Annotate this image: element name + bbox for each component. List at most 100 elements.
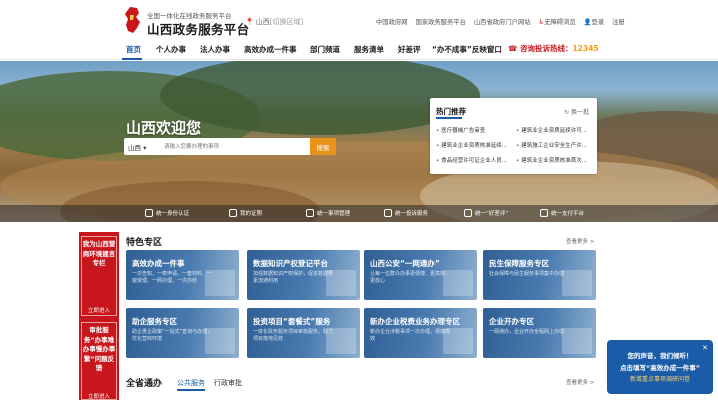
- hotline-label: 咨询投诉热线：: [519, 44, 573, 53]
- hot-recommend-title: 热门推荐: [436, 107, 466, 116]
- hot-item[interactable]: 医疗器械广告审查: [436, 126, 514, 134]
- hot-item[interactable]: 建筑业企业资质核准延续...: [436, 141, 514, 149]
- welcome-heading: 山西欢迎您: [126, 119, 202, 137]
- nav-personal[interactable]: 个人办事: [156, 44, 186, 55]
- card-data-ip[interactable]: 数据知识产权登记平台 加强数据知识产权保护，促进数据要素流通利用: [247, 250, 360, 300]
- refresh-label: 换一批: [570, 109, 589, 116]
- refresh-button[interactable]: ↻ 换一批: [564, 107, 589, 116]
- link-gov-cn[interactable]: 中国政府网: [376, 17, 407, 26]
- card-illustration: [205, 328, 235, 354]
- special-section-title: 特色专区: [126, 238, 163, 248]
- quick-label: 统一身份认证: [156, 211, 190, 217]
- hotline: ☎ 咨询投诉热线：12345: [508, 43, 599, 54]
- region-selector[interactable]: 📍 山西[切换区域]: [245, 17, 303, 27]
- register-link[interactable]: 注册: [612, 17, 625, 26]
- card-title: 高效办成一件事: [132, 259, 185, 268]
- card-police-online[interactable]: 山西公安“一网通办” 让每一位群众办事更便捷、更高效、更放心: [364, 250, 477, 300]
- nav-corporate[interactable]: 法人办事: [200, 44, 230, 55]
- nav-efficient-one-thing[interactable]: 高效办成一件事: [244, 44, 297, 55]
- tab-admin-approval[interactable]: 行政审批: [214, 378, 242, 388]
- province-wide-title: 全省通办: [126, 379, 163, 389]
- card-title: 投资项目“套餐式”服务: [253, 317, 331, 326]
- region-switch-link[interactable]: [切换区域]: [270, 18, 303, 26]
- hot-title-underline: [436, 117, 462, 119]
- user-icon: 👤: [583, 19, 592, 26]
- logo-title[interactable]: 山西政务服务平台: [147, 19, 249, 38]
- card-illustration: [205, 270, 235, 296]
- promo-business-env-more[interactable]: 立即进入: [81, 306, 117, 314]
- quick-label: 统一投诉服务: [395, 211, 429, 217]
- nav-feedback-window[interactable]: “办不成事”反映窗口: [432, 44, 502, 55]
- hot-item[interactable]: 建筑业企业资质延续许可...: [516, 126, 594, 134]
- card-desc: 让每一位群众办事更便捷、更高效、更放心: [370, 271, 451, 284]
- card-desc: 一体化政务服务项目审批服务，助力项目落地见效: [253, 329, 334, 342]
- card-title: 民生保障服务专区: [489, 259, 549, 268]
- license-icon: [229, 209, 237, 217]
- card-new-enterprise-tax[interactable]: 新办企业税费业务办理专区 新办企业涉税事项一次办理，便捷高效: [364, 308, 477, 358]
- card-title: 企业开办专区: [489, 317, 534, 326]
- tab-public-service[interactable]: 公共服务: [177, 378, 205, 388]
- hot-item[interactable]: 食品经营许可证企业人员...: [436, 156, 514, 164]
- feedback-float-banner[interactable]: ✕ 您的声音，我们倾听！ 点击填写“高效办成一件事” 新增重点事项调研问卷: [607, 340, 713, 394]
- quick-identity-auth[interactable]: 统一身份认证: [145, 209, 189, 217]
- card-title: 新办企业税费业务办理专区: [370, 317, 460, 326]
- card-efficient-one-thing[interactable]: 高效办成一件事 一次告知、一表申请、一套材料、一窗受理、一网办理、一次办结: [126, 250, 239, 300]
- quick-label: 我的证照: [240, 211, 263, 217]
- link-national-platform[interactable]: 国家政务服务平台: [415, 17, 465, 26]
- quick-evaluation[interactable]: 统一“好差评”: [464, 209, 508, 217]
- nav-home[interactable]: 首页: [126, 44, 141, 55]
- card-desc: 一网通办，企业开办全程网上办理: [489, 329, 565, 335]
- hot-recommend-panel: 热门推荐 ↻ 换一批 医疗器械广告审查 建筑业企业资质延续许可... 建筑业企业…: [430, 98, 597, 174]
- float-line-2: 点击填写“高效办成一件事”: [619, 364, 701, 372]
- shield-icon: [540, 209, 548, 217]
- nav-evaluation[interactable]: 好差评: [398, 44, 421, 55]
- card-investment-package[interactable]: 投资项目“套餐式”服务 一体化政务服务项目审批服务，助力项目落地见效: [247, 308, 360, 358]
- card-enterprise-help[interactable]: 助企服务专区 助企惠企政策“一站式”查询与办理，优化营商环境: [126, 308, 239, 358]
- card-title: 助企服务专区: [132, 317, 177, 326]
- quick-complaint[interactable]: 统一投诉服务: [384, 209, 428, 217]
- hotline-number: 12345: [572, 44, 599, 53]
- card-desc: 加强数据知识产权保护，促进数据要素流通利用: [253, 271, 334, 284]
- hot-item[interactable]: 建筑业企业资质核准首次...: [516, 156, 594, 164]
- special-more-link[interactable]: 查看更多 >: [566, 237, 594, 245]
- card-livelihood[interactable]: 民生保障服务专区 社会保障与民生服务事项集中办理: [483, 250, 596, 300]
- location-pin-icon: 📍: [245, 18, 254, 26]
- promo-approval-feedback-more[interactable]: 立即进入: [81, 392, 117, 400]
- id-card-icon: [145, 209, 153, 217]
- refresh-icon: ↻: [564, 109, 570, 116]
- card-business-startup[interactable]: 企业开办专区 一网通办，企业开办全程网上办理: [483, 308, 596, 358]
- main-nav: 首页 个人办事 法人办事 高效办成一件事 部门频道 服务清单 好差评 “办不成事…: [0, 40, 718, 60]
- card-desc: 社会保障与民生服务事项集中办理: [489, 271, 565, 277]
- promo-column: 我为山西营商环境建言专栏 立即进入 审批服务“办事难办事慢办事繁”问题反馈 立即…: [79, 232, 119, 400]
- quick-my-licenses[interactable]: 我的证照: [229, 209, 262, 217]
- card-desc: 助企惠企政策“一站式”查询与办理，优化营商环境: [132, 329, 213, 342]
- login-link[interactable]: 👤登录: [584, 17, 604, 26]
- search-region-value: 山西: [128, 144, 141, 152]
- link-accessibility[interactable]: ♿无障碍浏览: [539, 17, 576, 26]
- shanxi-map-logo-icon[interactable]: [122, 6, 144, 34]
- tab-active-indicator: [177, 389, 205, 391]
- hot-item[interactable]: 建筑施工企业安全生产许...: [516, 141, 594, 149]
- top-links: 中国政府网 国家政务服务平台 山西省政府门户网站 ♿无障碍浏览 👤登录 注册: [376, 17, 625, 26]
- page: 全国一体化在线政务服务平台 山西政务服务平台 📍 山西[切换区域] 中国政府网 国…: [0, 0, 718, 400]
- card-desc: 一次告知、一表申请、一套材料、一窗受理、一网办理、一次办结: [132, 271, 213, 284]
- search-region-select[interactable]: 山西 ▾: [128, 142, 146, 152]
- quick-label: 统一事项管理: [317, 211, 351, 217]
- search-button[interactable]: 搜索: [310, 138, 336, 155]
- nav-service-list[interactable]: 服务清单: [354, 44, 384, 55]
- float-line-1: 您的声音，我们倾听！: [627, 352, 693, 360]
- search-input[interactable]: [164, 140, 292, 153]
- quick-item-management[interactable]: 统一事项管理: [306, 209, 350, 217]
- promo-approval-feedback-text: 审批服务“办事难办事慢办事繁”问题反馈: [82, 326, 116, 372]
- province-wide-more-link[interactable]: 查看更多 >: [566, 378, 594, 386]
- card-title: 山西公安“一网通办”: [370, 259, 440, 268]
- nav-departments[interactable]: 部门频道: [310, 44, 340, 55]
- link-shanxi-portal[interactable]: 山西省政府门户网站: [474, 17, 531, 26]
- phone-icon: ☎: [508, 44, 518, 53]
- edit-icon: [464, 209, 472, 217]
- login-label: 登录: [591, 19, 605, 26]
- float-line-3: 新增重点事项调研问卷: [629, 376, 690, 383]
- search-bar: 山西 ▾ 搜索: [124, 138, 336, 155]
- quick-label: 统一“好差评”: [475, 211, 509, 217]
- quick-payment[interactable]: 统一支付平台: [540, 209, 584, 217]
